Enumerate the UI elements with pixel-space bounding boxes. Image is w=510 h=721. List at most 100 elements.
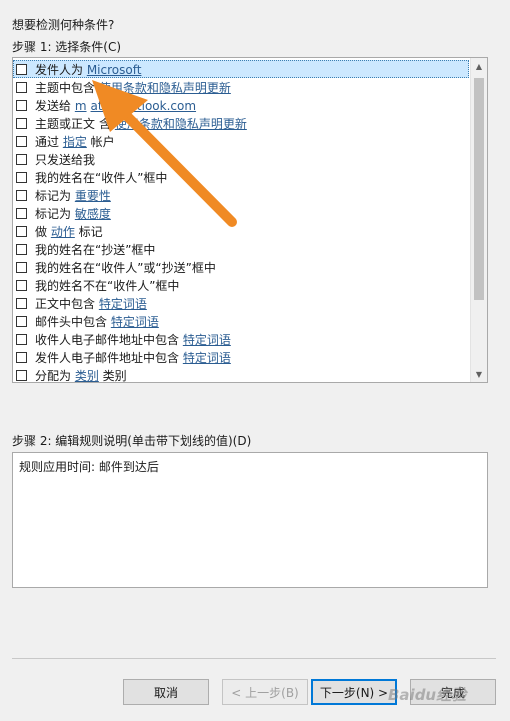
condition-label: 发件人为 Microsoft bbox=[35, 61, 141, 78]
condition-item[interactable]: 我的姓名在“收件人”框中 bbox=[13, 168, 469, 186]
condition-checkbox[interactable] bbox=[16, 99, 27, 111]
next-button[interactable]: 下一步(N) > bbox=[311, 679, 397, 705]
condition-label: 只发送给我 bbox=[35, 151, 95, 168]
condition-value-link[interactable]: 特定词语 bbox=[111, 315, 159, 329]
condition-checkbox[interactable] bbox=[16, 189, 27, 201]
conditions-list: 发件人为 Microsoft 主题中包含 使用条款和隐私声明更新 发送给 m ate@… bbox=[13, 60, 469, 383]
condition-checkbox[interactable] bbox=[16, 297, 27, 309]
condition-value-link[interactable]: 动作 bbox=[51, 225, 75, 239]
condition-text: 我的姓名在“抄送”框中 bbox=[35, 242, 156, 257]
condition-item[interactable]: 发件人电子邮件地址中包含 特定词语 bbox=[13, 348, 469, 366]
condition-checkbox[interactable] bbox=[16, 135, 27, 147]
condition-label: 我的姓名在“收件人”框中 bbox=[35, 169, 167, 186]
condition-checkbox[interactable] bbox=[16, 81, 27, 93]
condition-item[interactable]: 我的姓名不在“收件人”框中 bbox=[13, 276, 469, 294]
condition-checkbox[interactable] bbox=[16, 171, 27, 183]
condition-label: 正文中包含 特定词语 bbox=[35, 295, 147, 312]
back-button[interactable]: < 上一步(B) bbox=[222, 679, 308, 705]
condition-value-link[interactable]: 指定 bbox=[63, 135, 87, 149]
condition-text: 含 bbox=[99, 116, 115, 131]
condition-value-link[interactable]: 重要性 bbox=[75, 189, 111, 203]
condition-label: 我的姓名在“抄送”框中 bbox=[35, 241, 155, 258]
condition-value-link[interactable]: 特定词语 bbox=[183, 351, 231, 365]
scroll-down-icon[interactable]: ▼ bbox=[471, 366, 487, 382]
condition-text: 正文中包含 bbox=[35, 296, 99, 311]
condition-item[interactable]: 收件人电子邮件地址中包含 特定词语 bbox=[13, 330, 469, 348]
condition-label: 通过 指定 帐户 bbox=[35, 133, 115, 150]
condition-value-link[interactable]: 特定词语 bbox=[183, 333, 231, 347]
condition-text: 主题或正文 bbox=[35, 116, 96, 131]
condition-text: 通过 bbox=[35, 134, 63, 149]
condition-item[interactable]: 标记为 敏感度 bbox=[13, 204, 469, 222]
condition-text: 类别 bbox=[98, 368, 127, 383]
condition-checkbox[interactable] bbox=[16, 117, 27, 129]
condition-text: 分配为 bbox=[35, 368, 75, 383]
condition-text: 发件人电子邮件地址中包含 bbox=[35, 350, 183, 365]
rule-description-box[interactable]: 规则应用时间: 邮件到达后 bbox=[12, 452, 488, 588]
condition-label: 标记为 重要性 bbox=[35, 187, 111, 204]
condition-checkbox[interactable] bbox=[16, 279, 27, 291]
scroll-up-icon[interactable]: ▲ bbox=[471, 58, 487, 74]
condition-item[interactable]: 我的姓名在“收件人”或“抄送”框中 bbox=[13, 258, 469, 276]
condition-label: 主题中包含 使用条款和隐私声明更新 bbox=[35, 79, 231, 96]
condition-checkbox[interactable] bbox=[16, 369, 27, 381]
condition-item[interactable]: 主题或正文含 使用条款和隐私声明更新 bbox=[13, 114, 469, 132]
condition-value-link[interactable]: 使用条款和隐私声明更新 bbox=[99, 81, 231, 95]
condition-text: 我的姓名在“收件人”或“抄送”框中 bbox=[35, 260, 216, 275]
conditions-listbox[interactable]: 发件人为 Microsoft 主题中包含 使用条款和隐私声明更新 发送给 m ate@… bbox=[12, 57, 488, 383]
condition-text: 我的姓名不在“收件人”框中 bbox=[35, 278, 180, 293]
condition-item[interactable]: 正文中包含 特定词语 bbox=[13, 294, 469, 312]
condition-checkbox[interactable] bbox=[16, 315, 27, 327]
condition-checkbox[interactable] bbox=[16, 207, 27, 219]
condition-checkbox[interactable] bbox=[16, 153, 27, 165]
condition-item[interactable]: 通过 指定 帐户 bbox=[13, 132, 469, 150]
condition-item[interactable]: 发件人为 Microsoft bbox=[13, 60, 469, 78]
step2-label: 步骤 2: 编辑规则说明(单击带下划线的值)(D) bbox=[12, 434, 252, 448]
condition-checkbox[interactable] bbox=[16, 351, 27, 363]
condition-label: 主题或正文含 使用条款和隐私声明更新 bbox=[35, 115, 247, 132]
condition-label: 我的姓名在“收件人”或“抄送”框中 bbox=[35, 259, 216, 276]
condition-text: 只发送给我 bbox=[35, 152, 96, 167]
condition-value-link[interactable]: 使用条款和隐私声明更新 bbox=[115, 117, 247, 131]
condition-value-link[interactable]: ate@outlook.com bbox=[91, 99, 197, 113]
condition-value-link[interactable]: 类别 bbox=[75, 369, 99, 383]
condition-item[interactable]: 做 动作 标记 bbox=[13, 222, 469, 240]
condition-text: 帐户 bbox=[86, 134, 115, 149]
rule-description-text: 规则应用时间: 邮件到达后 bbox=[19, 460, 159, 474]
condition-item[interactable]: 邮件头中包含 特定词语 bbox=[13, 312, 469, 330]
condition-checkbox[interactable] bbox=[16, 225, 27, 237]
condition-item[interactable]: 发送给 m ate@outlook.com bbox=[13, 96, 469, 114]
conditions-scrollbar[interactable]: ▲ ▼ bbox=[470, 58, 487, 382]
condition-value-link[interactable]: 特定词语 bbox=[99, 297, 147, 311]
condition-item[interactable]: 只发送给我 bbox=[13, 150, 469, 168]
condition-text: 标记为 bbox=[35, 188, 75, 203]
condition-value-link[interactable]: 敏感度 bbox=[75, 207, 111, 221]
condition-text: 邮件头中包含 bbox=[35, 314, 111, 329]
footer-separator bbox=[12, 658, 496, 659]
condition-label: 收件人电子邮件地址中包含 特定词语 bbox=[35, 331, 231, 348]
condition-checkbox[interactable] bbox=[16, 63, 27, 75]
condition-text: 主题中包含 bbox=[35, 80, 99, 95]
condition-label: 我的姓名不在“收件人”框中 bbox=[35, 277, 179, 294]
scroll-thumb[interactable] bbox=[474, 78, 484, 300]
condition-question: 想要检测何种条件? bbox=[12, 18, 115, 32]
condition-label: 发件人电子邮件地址中包含 特定词语 bbox=[35, 349, 231, 366]
condition-checkbox[interactable] bbox=[16, 333, 27, 345]
condition-text: 标记为 bbox=[35, 206, 75, 221]
watermark-logo: Baidu经验 bbox=[388, 686, 467, 704]
condition-item[interactable]: 标记为 重要性 bbox=[13, 186, 469, 204]
condition-checkbox[interactable] bbox=[16, 261, 27, 273]
condition-text: 我的姓名在“收件人”框中 bbox=[35, 170, 168, 185]
condition-text: 标记 bbox=[74, 224, 103, 239]
condition-value-link[interactable]: Microsoft bbox=[87, 63, 142, 77]
condition-checkbox[interactable] bbox=[16, 243, 27, 255]
condition-item[interactable]: 分配为 类别 类别 bbox=[13, 366, 469, 383]
condition-value-link[interactable]: m bbox=[75, 99, 87, 113]
cancel-button[interactable]: 取消 bbox=[123, 679, 209, 705]
condition-text: 发件人为 bbox=[35, 62, 87, 77]
condition-label: 邮件头中包含 特定词语 bbox=[35, 313, 159, 330]
condition-item[interactable]: 我的姓名在“抄送”框中 bbox=[13, 240, 469, 258]
condition-item[interactable]: 主题中包含 使用条款和隐私声明更新 bbox=[13, 78, 469, 96]
condition-label: 做 动作 标记 bbox=[35, 223, 103, 240]
condition-label: 发送给 m ate@outlook.com bbox=[35, 97, 196, 114]
